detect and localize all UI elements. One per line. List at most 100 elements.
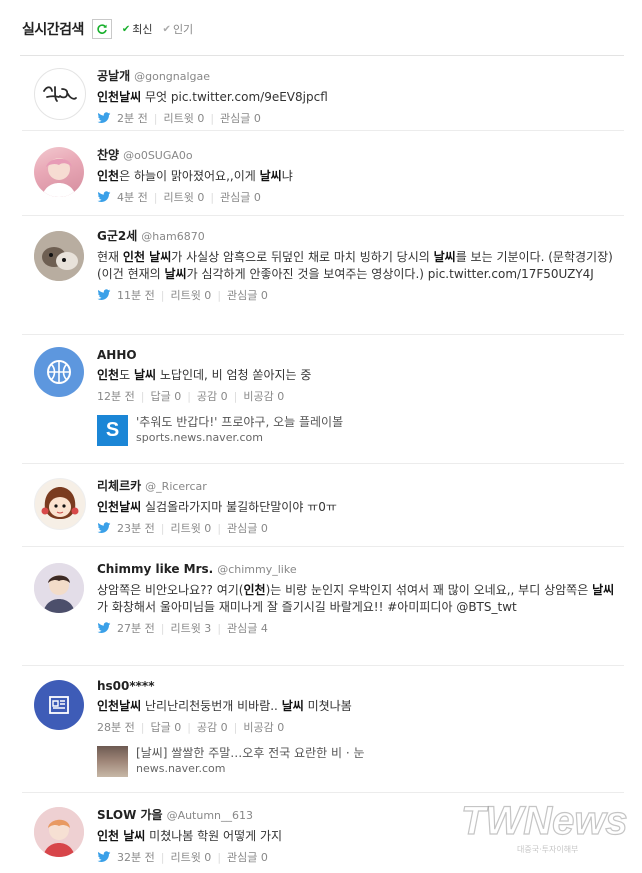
retweet-count[interactable]: 리트윗 0 (163, 189, 204, 205)
news-title[interactable]: '추워도 반갑다!' 프로야구, 오늘 플레이볼 (136, 414, 343, 430)
user-name[interactable]: hs00**** (97, 679, 155, 693)
list-item[interactable]: 공날개 @gongnalgae 인천날씨 무엇 pic.twitter.com/9… (22, 56, 624, 131)
post-time: 12분 전 (97, 390, 135, 403)
user-handle[interactable]: @_Ricercar (145, 480, 207, 493)
reply-count[interactable]: 답글 0 (150, 388, 181, 404)
tab-latest[interactable]: ✔ 최신 (122, 21, 153, 37)
favorite-count[interactable]: 관심글 0 (227, 520, 268, 536)
reply-count[interactable]: 답글 0 (150, 719, 181, 735)
svg-text:대중국·투자이해부: 대중국·투자이해부 (517, 844, 578, 854)
refresh-button[interactable] (91, 19, 112, 39)
cartoon-character-avatar[interactable] (34, 478, 86, 530)
retweet-count[interactable]: 리트윗 0 (170, 520, 211, 536)
user-handle[interactable]: @ham6870 (141, 230, 204, 243)
list-item[interactable]: 찬양 @o0SUGA0o 인천은 하늘이 맑아졌어요,,이게 날씨냐 4분 전 | 리… (22, 131, 624, 216)
tweet-feed: 공날개 @gongnalgae 인천날씨 무엇 pic.twitter.com/9… (22, 56, 624, 873)
animal-photo-avatar[interactable] (34, 231, 84, 281)
favorite-count[interactable]: 관심글 0 (220, 110, 261, 126)
tweet-text: 상암쪽은 비안오나요?? 여기(인천)는 비랑 눈인지 우박인지 섞여서 꽤 많… (97, 582, 624, 616)
user-handle[interactable]: @o0SUGA0o (123, 149, 193, 162)
list-item[interactable]: hs00**** 인천날씨 난리난리천둥번개 비바람.. 날씨 미쳣나봄 28분… (22, 666, 624, 793)
tweet-keyword: 인천 (243, 583, 266, 597)
user-handle[interactable]: @chimmy_like (217, 563, 296, 576)
tweet-keyword: 인천 날씨 (97, 829, 146, 843)
tab-latest-label: 최신 (132, 23, 153, 36)
news-icon (49, 696, 69, 714)
retweet-count[interactable]: 리트윗 0 (163, 110, 204, 126)
news-title[interactable]: [날씨] 쌀쌀한 주말…오후 전국 요란한 비 · 눈 (136, 745, 365, 761)
favorite-count[interactable]: 관심글 0 (227, 849, 268, 865)
check-icon: ✔ (162, 23, 171, 35)
avatar[interactable] (34, 680, 84, 730)
tab-popular[interactable]: ✔ 인기 (163, 21, 194, 37)
tweet-keyword: 날씨 (281, 699, 304, 713)
search-header: 실시간검색 ✔ 최신 ✔ 인기 (22, 14, 193, 44)
list-item[interactable]: Chimmy like Mrs. @chimmy_like 상암쪽은 비안오나요?… (22, 547, 624, 666)
list-item[interactable]: 리체르카 @_Ricercar 인천날씨 실검올라가지마 불길하단말이야 ㅠ0ㅠ … (22, 464, 624, 547)
list-item[interactable]: G군2세 @ham6870 현재 인천 날씨가 사실상 암흑으로 뒤덮인 채로 마… (22, 216, 624, 335)
tweet-keyword: 인천날씨 (97, 90, 142, 104)
post-time: 11분 전 (117, 289, 155, 302)
tweet-text: 현재 인천 날씨가 사실상 암흑으로 뒤덮인 채로 마치 빙하기 당시의 날씨를… (97, 249, 624, 283)
tweet-text-part: 상암쪽은 비안오나요?? 여기( (97, 583, 244, 597)
tweet-text-part: 가 화창해서 울아미님들 재미나게 잘 즐기시길 바랄게요!! #아미피디아 @… (97, 600, 517, 614)
list-item[interactable]: AHHO 인천도 날씨 노답인데, 비 엄청 쏟아지는 중 12분 전 | 답글 0… (22, 335, 624, 464)
tweet-text-part: 무엇 pic.twitter.com/9eEV8jpcfl (141, 90, 328, 104)
like-count[interactable]: 공감 0 (197, 388, 228, 404)
user-handle[interactable]: @Autumn__613 (167, 809, 253, 822)
tweet-text: 인천도 날씨 노답인데, 비 엄청 쏟아지는 중 (97, 367, 624, 384)
header-title: 실시간검색 (22, 22, 84, 38)
news-link[interactable]: S '추워도 반갑다!' 프로야구, 오늘 플레이볼 sports.news.na… (97, 414, 624, 446)
person-photo-avatar[interactable] (34, 807, 84, 857)
favorite-count[interactable]: 관심글 0 (227, 287, 268, 303)
watermark-logo: TWNews 대중국·투자이해부 (457, 784, 632, 864)
like-count[interactable]: 공감 0 (197, 719, 228, 735)
dislike-count[interactable]: 비공감 0 (243, 388, 284, 404)
naver-sports-icon: S (97, 414, 128, 446)
user-name[interactable]: G군2세 (97, 229, 137, 243)
twitter-icon (97, 289, 111, 301)
tweet-text-part: 미쳣나봄 (303, 699, 352, 713)
tweet-text-part: 은 하늘이 맑아졌어요,,이게 (119, 169, 260, 183)
tweet-keyword: 날씨 (259, 169, 282, 183)
user-handle[interactable]: @gongnalgae (134, 70, 210, 83)
tweet-keyword: 날씨 (133, 368, 157, 382)
user-name[interactable]: AHHO (97, 348, 137, 362)
twitter-icon (97, 622, 111, 634)
tweet-text-part: 실검올라가지마 불길하단말이야 ㅠ0ㅠ (141, 500, 337, 514)
tweet-keyword: 날씨 (164, 267, 187, 281)
user-name[interactable]: 공날개 (97, 69, 130, 83)
retweet-count[interactable]: 리트윗 0 (170, 849, 211, 865)
tweet-text: 인천은 하늘이 맑아졌어요,,이게 날씨냐 (97, 168, 624, 185)
news-source: sports.news.naver.com (136, 431, 263, 444)
person-photo-avatar[interactable] (34, 563, 84, 613)
retweet-count[interactable]: 리트윗 0 (170, 287, 211, 303)
favorite-count[interactable]: 관심글 4 (227, 620, 268, 636)
person-photo-avatar[interactable] (34, 147, 84, 197)
user-name[interactable]: 리체르카 (97, 479, 141, 493)
tweet-keyword: 인천날씨 (97, 699, 142, 713)
tweet-text-part: 가 심각하게 안좋아진 것을 보여주는 영상이다.) pic.twitter.c… (186, 267, 594, 281)
news-link[interactable]: [날씨] 쌀쌀한 주말…오후 전국 요란한 비 · 눈 news.naver.co… (97, 745, 624, 777)
tweet-text-part: 미쳤나봄 학원 어떻게 가지 (145, 829, 283, 843)
check-icon: ✔ (121, 23, 131, 35)
avatar[interactable] (34, 347, 84, 397)
retweet-count[interactable]: 리트윗 3 (170, 620, 211, 636)
post-time: 2분 전 (117, 112, 148, 125)
tweet-text-part: 냐 (281, 169, 293, 183)
tweet-text-part: 노답인데, 비 엄청 쏟아지는 중 (156, 368, 312, 382)
tweet-keyword: 날씨 (592, 583, 615, 597)
post-time: 32분 전 (117, 851, 155, 864)
user-name[interactable]: Chimmy like Mrs. (97, 562, 213, 576)
news-source: news.naver.com (136, 762, 226, 775)
tweet-keyword: 인천 날씨 (122, 250, 172, 264)
refresh-icon (97, 24, 107, 34)
user-name[interactable]: 찬양 (97, 148, 119, 162)
tweet-keyword: 인천 (97, 368, 120, 382)
user-name[interactable]: SLOW 가을 (97, 808, 163, 822)
twitter-icon (97, 112, 111, 124)
handwritten-logo-avatar[interactable] (34, 68, 86, 120)
dislike-count[interactable]: 비공감 0 (243, 719, 284, 735)
favorite-count[interactable]: 관심글 0 (220, 189, 261, 205)
svg-text:TWNews: TWNews (461, 799, 628, 843)
